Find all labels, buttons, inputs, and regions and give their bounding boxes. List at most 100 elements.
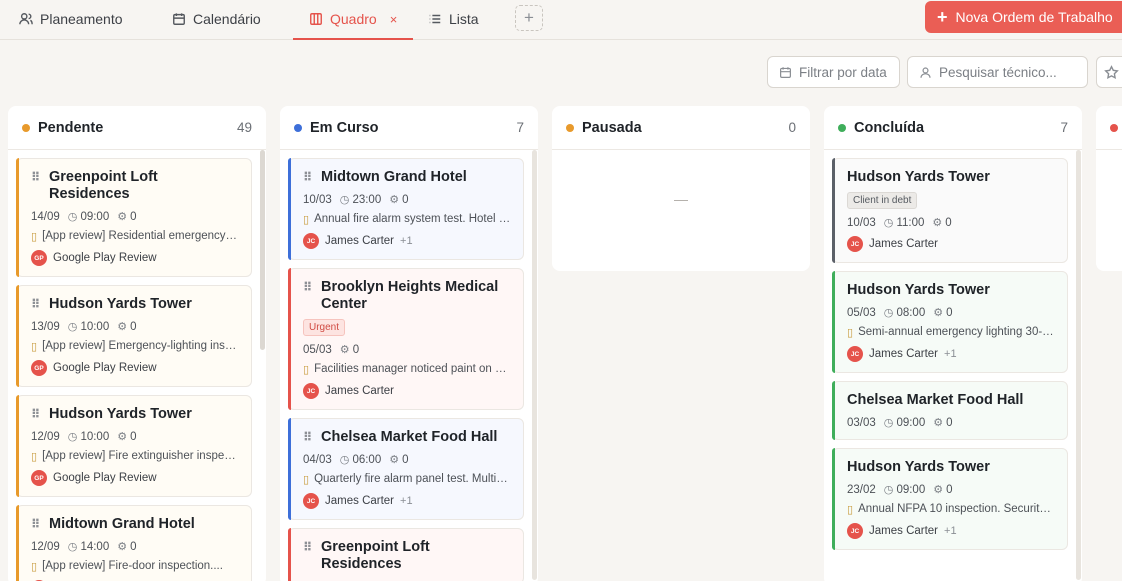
work-order-card[interactable]: Chelsea Market Food Hall 03/03 ◷ 09:00 ⚙ 0 <box>832 381 1068 440</box>
new-order-button[interactable]: + Nova Ordem de Trabalho <box>925 1 1122 33</box>
card-date: 23/02 <box>847 483 876 496</box>
status-badge: Client in debt <box>847 192 918 209</box>
status-dot <box>22 123 30 132</box>
document-icon: ▯ <box>31 561 38 573</box>
scrollbar[interactable] <box>532 150 537 580</box>
scrollbar[interactable] <box>1076 150 1081 580</box>
card-parts: ⚙ 0 <box>933 416 952 429</box>
work-order-card[interactable]: Hudson Yards Tower 23/02 ◷ 09:00 ⚙ 0 ▯ Annual… <box>832 448 1068 550</box>
work-order-card[interactable]: ⠿ Chelsea Market Food Hall 04/03 ◷ 06:00 ⚙ 0… <box>288 418 524 520</box>
clock-icon: ◷ <box>67 321 81 333</box>
card-date: 05/03 <box>303 343 332 356</box>
work-order-card[interactable]: ⠿ Hudson Yards Tower 13/09 ◷ 10:00 ⚙ 0 ▯ [App … <box>16 285 252 387</box>
drag-handle-icon[interactable]: ⠿ <box>31 296 41 313</box>
date-filter-button[interactable]: Filtrar por data <box>767 56 900 88</box>
column-title: Pendente <box>38 119 104 136</box>
add-tab-button[interactable]: + <box>515 5 543 31</box>
card-title-text: Hudson Yards Tower <box>847 459 990 475</box>
clock-icon: ◷ <box>67 211 81 223</box>
work-order-card[interactable]: ⠿ Hudson Yards Tower 12/09 ◷ 10:00 ⚙ 0 ▯ [App … <box>16 395 252 497</box>
column-count: 49 <box>236 120 252 135</box>
tab-label: Quadro <box>330 11 377 27</box>
tab-label: Planeamento <box>40 11 123 27</box>
drag-handle-icon[interactable]: ⠿ <box>303 279 313 313</box>
parts-icon: ⚙ <box>339 344 353 356</box>
card-assignee: GP Google Play Review <box>31 360 239 376</box>
document-icon: ▯ <box>303 214 310 226</box>
card-time-value: 11:00 <box>896 217 925 229</box>
column-title: Pausada <box>582 119 642 136</box>
card-date: 10/03 <box>303 193 332 206</box>
work-order-card[interactable]: ⠿ Greenpoint Loft Residences <box>288 528 524 581</box>
work-order-card[interactable]: ⠿ Midtown Grand Hotel 10/03 ◷ 23:00 ⚙ 0 ▯ Annu… <box>288 158 524 260</box>
favorites-button[interactable] <box>1096 56 1122 88</box>
column-header <box>1096 106 1122 150</box>
scrollbar[interactable] <box>260 150 265 350</box>
work-order-card[interactable]: ⠿ Midtown Grand Hotel 12/09 ◷ 14:00 ⚙ 0 ▯ [App… <box>16 505 252 581</box>
card-time-value: 10:00 <box>80 321 110 333</box>
status-badge: Urgent <box>303 319 346 336</box>
card-parts-count: 0 <box>946 307 953 319</box>
avatar: GP <box>31 250 47 266</box>
tab-quadro[interactable]: Quadro × <box>292 0 414 40</box>
drag-handle-icon[interactable]: ⠿ <box>303 169 313 186</box>
card-assignee: JC James Carter <box>303 383 511 399</box>
clock-icon: ◷ <box>67 541 81 553</box>
card-title: ⠿ Greenpoint Loft Residences <box>31 169 239 203</box>
drag-handle-icon[interactable]: ⠿ <box>31 406 41 423</box>
plus-icon: + <box>937 7 948 27</box>
card-description: ▯ Annual NFPA 10 inspection. Security off… <box>847 503 1055 516</box>
users-icon <box>19 13 33 25</box>
close-icon[interactable]: × <box>390 12 398 27</box>
tab-lista[interactable]: Lista <box>428 0 479 38</box>
status-dot <box>838 123 846 132</box>
tab-planeamento[interactable]: Planeamento <box>19 0 123 38</box>
card-description-text: Annual fire alarm system test. Hotel lob… <box>314 213 511 225</box>
work-order-card[interactable]: Hudson Yards Tower 05/03 ◷ 08:00 ⚙ 0 ▯ Semi-a… <box>832 271 1068 373</box>
card-parts: ⚙ 0 <box>389 453 408 466</box>
document-icon: ▯ <box>31 231 38 243</box>
drag-handle-icon[interactable]: ⠿ <box>31 169 41 203</box>
card-time: ◷ 09:00 <box>884 416 925 429</box>
card-time: ◷ 08:00 <box>884 306 925 319</box>
column-header: Concluída 7 <box>824 106 1082 150</box>
work-order-card[interactable]: ⠿ Greenpoint Loft Residences 14/09 ◷ 09:00 ⚙… <box>16 158 252 277</box>
card-title: ⠿ Midtown Grand Hotel <box>31 516 239 533</box>
parts-icon: ⚙ <box>117 541 131 553</box>
avatar: JC <box>847 236 863 252</box>
card-meta: 03/03 ◷ 09:00 ⚙ 0 <box>847 416 1055 430</box>
card-title: ⠿ Greenpoint Loft Residences <box>303 539 511 573</box>
column-title: Concluída <box>854 119 925 136</box>
card-parts: ⚙ 0 <box>117 210 136 223</box>
card-time-value: 09:00 <box>80 211 110 223</box>
assignee-name: Google Play Review <box>53 472 157 484</box>
card-parts-count: 0 <box>130 431 137 443</box>
clock-icon: ◷ <box>883 307 897 319</box>
card-parts-count: 0 <box>352 344 360 356</box>
column-body: ⠿ Greenpoint Loft Residences 14/09 ◷ 09:00 ⚙… <box>8 150 266 581</box>
work-order-card[interactable]: ⠿ Brooklyn Heights Medical Center Urgent 05… <box>288 268 524 410</box>
card-date: 04/03 <box>303 453 332 466</box>
technician-search-input[interactable]: Pesquisar técnico... <box>907 56 1088 88</box>
card-description-text: Facilities manager noticed paint on spri… <box>314 363 511 375</box>
card-time-value: 09:00 <box>896 484 926 496</box>
clock-icon: ◷ <box>883 484 897 496</box>
card-parts-count: 0 <box>945 217 952 229</box>
drag-handle-icon[interactable]: ⠿ <box>31 516 41 533</box>
column-count: 0 <box>788 120 796 135</box>
card-time: ◷ 14:00 <box>68 540 109 553</box>
date-filter-label: Filtrar por data <box>799 64 887 80</box>
card-title-text: Greenpoint Loft Residences <box>49 169 158 202</box>
parts-icon: ⚙ <box>389 194 403 206</box>
work-order-card[interactable]: Hudson Yards Tower Client in debt 10/03 ◷ 1… <box>832 158 1068 263</box>
avatar: JC <box>303 493 319 509</box>
drag-handle-icon[interactable]: ⠿ <box>303 429 313 446</box>
tab-calendario[interactable]: Calendário <box>172 0 261 38</box>
card-date: 10/03 <box>847 216 876 229</box>
assignee-name: James Carter <box>869 525 939 537</box>
drag-handle-icon[interactable]: ⠿ <box>303 539 313 573</box>
avatar: GP <box>31 470 47 486</box>
card-meta: 13/09 ◷ 10:00 ⚙ 0 <box>31 320 239 334</box>
card-description-text: [App review] Fire-door inspection.... <box>42 560 223 572</box>
card-parts-count: 0 <box>130 211 137 223</box>
